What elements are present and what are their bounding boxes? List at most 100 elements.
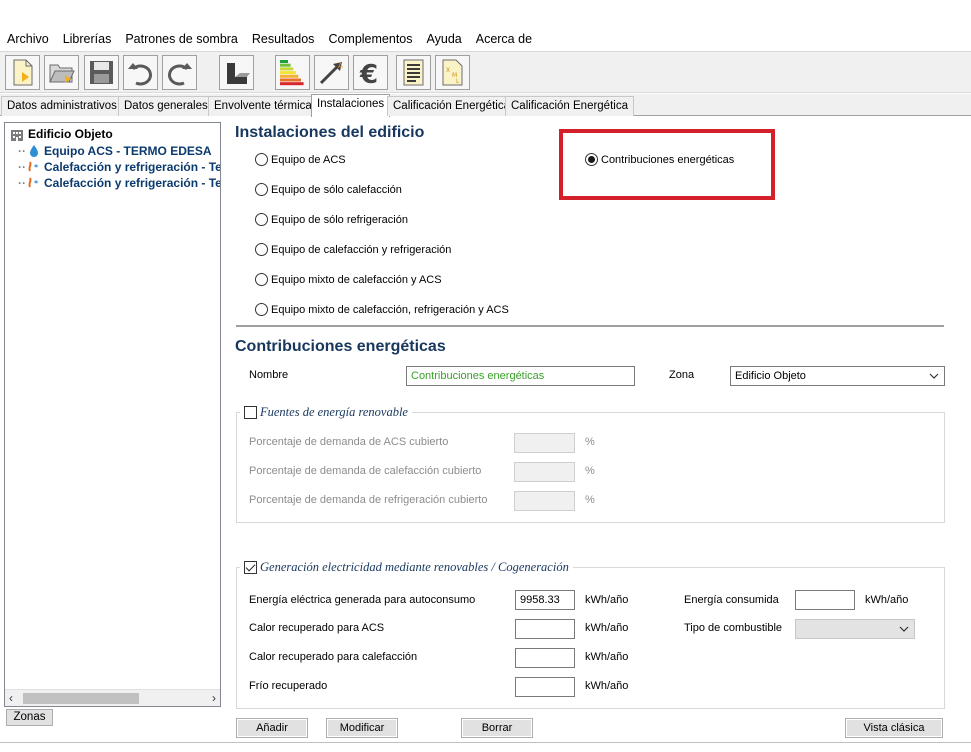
- energy-bar: [280, 82, 304, 86]
- cooling-percent-input[interactable]: [514, 491, 575, 511]
- menu-archivo[interactable]: Archivo: [0, 30, 56, 50]
- zona-label: Zona: [669, 369, 695, 381]
- tipo-combustible-select[interactable]: [795, 619, 915, 639]
- tree-horizontal-scrollbar[interactable]: ‹ ›: [5, 689, 220, 706]
- radio-dot: [255, 153, 268, 166]
- building-button[interactable]: [219, 55, 254, 90]
- menu-ayuda[interactable]: Ayuda: [420, 30, 469, 50]
- tab-datos-generales[interactable]: Datos generales: [118, 96, 214, 116]
- autoconsumo-label: Energía eléctrica generada para autocons…: [249, 594, 476, 606]
- water-drop-icon: [30, 145, 38, 157]
- acs-percent-input[interactable]: [514, 433, 575, 453]
- radio-contribuciones-energeticas[interactable]: Contribuciones energéticas: [585, 153, 734, 166]
- acs-percent-label: Porcentaje de demanda de ACS cubierto: [249, 436, 449, 448]
- radio-dot: [255, 213, 268, 226]
- nombre-label: Nombre: [249, 369, 289, 381]
- menu-complementos[interactable]: Complementos: [321, 30, 419, 50]
- radio-equipo-acs[interactable]: Equipo de ACS: [255, 153, 346, 166]
- energy-rating-button[interactable]: [275, 55, 310, 90]
- radio-mixto-calefaccion-acs[interactable]: Equipo mixto de calefacción y ACS: [255, 273, 442, 286]
- new-file-icon: [13, 59, 33, 86]
- heating-percent-input[interactable]: [514, 462, 575, 482]
- tab-calificacion-energetica-1[interactable]: Calificación Energética: [387, 96, 516, 116]
- radio-solo-calefaccion[interactable]: Equipo de sólo calefacción: [255, 183, 402, 196]
- menu-patrones-de-sombra[interactable]: Patrones de sombra: [118, 30, 245, 50]
- tab-instalaciones[interactable]: Instalaciones: [311, 94, 391, 117]
- economic-analysis-button[interactable]: €: [353, 55, 388, 90]
- scroll-thumb[interactable]: [23, 693, 139, 704]
- delete-button[interactable]: Borrar: [461, 718, 533, 738]
- chart-arrow-button[interactable]: A: [314, 55, 349, 90]
- tab-calificacion-energetica-2[interactable]: Calificación Energética: [505, 96, 634, 116]
- tree-item-acs-label: Equipo ACS - TERMO EDESA: [44, 144, 212, 158]
- radio-dot-selected: [585, 153, 598, 166]
- add-button[interactable]: Añadir: [236, 718, 308, 738]
- energia-consumida-unit: kWh/año: [865, 594, 909, 606]
- radio-solo-refrigeracion[interactable]: Equipo de sólo refrigeración: [255, 213, 408, 226]
- checkbox-box-checked: [244, 561, 257, 574]
- zonas-button[interactable]: Zonas: [6, 709, 53, 726]
- tree-item-acs[interactable]: ·· Equipo ACS - TERMO EDESA: [18, 143, 212, 159]
- autoconsumo-unit: kWh/año: [585, 594, 629, 606]
- energy-label-icon: [280, 60, 304, 86]
- renewables-checkbox[interactable]: Fuentes de energía renovable: [240, 405, 412, 420]
- tree-item-climate-1[interactable]: ·· * Calefacción y refrigeración - Te: [18, 159, 220, 175]
- building-tree: Edificio Objeto ·· Equipo ACS - TERMO ED…: [4, 122, 221, 707]
- report-button[interactable]: [396, 55, 431, 90]
- autoconsumo-input[interactable]: 9958.33: [515, 590, 575, 610]
- calor-acs-label: Calor recuperado para ACS: [249, 622, 385, 634]
- energy-bar: [280, 63, 291, 67]
- energy-bar: [280, 71, 296, 75]
- open-button[interactable]: [44, 55, 79, 90]
- radio-dot: [255, 303, 268, 316]
- frio-recuperado-label: Frío recuperado: [249, 680, 328, 692]
- cooling-percent-label: Porcentaje de demanda de refrigeración c…: [249, 494, 488, 506]
- energia-consumida-input[interactable]: [795, 590, 855, 610]
- report-icon: [403, 59, 424, 86]
- tab-envolvente-termica[interactable]: Envolvente térmica: [208, 96, 318, 116]
- redo-button[interactable]: [162, 55, 197, 90]
- classic-view-button[interactable]: Vista clásica: [845, 718, 943, 738]
- menu-bar: Archivo Librerías Patrones de sombra Res…: [0, 30, 971, 50]
- calor-acs-input[interactable]: [515, 619, 575, 639]
- xml-export-button[interactable]: XML: [435, 55, 470, 90]
- building-small-icon: [11, 129, 23, 141]
- menu-librerias[interactable]: Librerías: [56, 30, 119, 50]
- nombre-input[interactable]: Contribuciones energéticas: [406, 366, 635, 386]
- undo-icon: [128, 63, 152, 86]
- undo-button[interactable]: [123, 55, 158, 90]
- chevron-down-icon: [929, 373, 939, 379]
- xml-file-icon: XML: [442, 59, 463, 86]
- status-divider: [0, 742, 971, 743]
- menu-resultados[interactable]: Resultados: [245, 30, 322, 50]
- radio-calefaccion-refrigeracion[interactable]: Equipo de calefacción y refrigeración: [255, 243, 451, 256]
- energia-consumida-label: Energía consumida: [684, 594, 779, 606]
- contrib-title: Contribuciones energéticas: [235, 338, 446, 355]
- installations-title: Instalaciones del edificio: [235, 124, 425, 141]
- new-file-button[interactable]: [5, 55, 40, 90]
- svg-text:*: *: [34, 179, 39, 188]
- tree-item-climate-2[interactable]: ·· * Calefacción y refrigeración - Te: [18, 175, 221, 191]
- menu-acerca-de[interactable]: Acerca de: [469, 30, 539, 50]
- scroll-left-icon[interactable]: ‹: [9, 691, 13, 705]
- svg-text:*: *: [34, 163, 39, 172]
- tree-root[interactable]: Edificio Objeto: [10, 126, 113, 142]
- zona-select[interactable]: Edificio Objeto: [730, 366, 945, 386]
- radio-dot: [255, 273, 268, 286]
- save-button[interactable]: [84, 55, 119, 90]
- calor-acs-unit: kWh/año: [585, 622, 629, 634]
- radio-dot: [255, 183, 268, 196]
- radio-mixto-calef-refrig-acs[interactable]: Equipo mixto de calefacción, refrigeraci…: [255, 303, 509, 316]
- scroll-right-icon[interactable]: ›: [212, 691, 216, 705]
- cogeneration-checkbox[interactable]: Generación electricidad mediante renovab…: [240, 560, 573, 575]
- frio-recuperado-input[interactable]: [515, 677, 575, 697]
- redo-icon: [168, 63, 192, 86]
- tree-item-climate-2-label: Calefacción y refrigeración - Te: [44, 176, 221, 190]
- toolbar: A € XML: [0, 51, 971, 93]
- tipo-combustible-label: Tipo de combustible: [684, 622, 783, 634]
- modify-button[interactable]: Modificar: [326, 718, 398, 738]
- section-divider: [236, 325, 944, 327]
- tab-datos-administrativos[interactable]: Datos administrativos: [1, 96, 123, 116]
- svg-text:€: €: [359, 60, 378, 88]
- calor-calefaccion-input[interactable]: [515, 648, 575, 668]
